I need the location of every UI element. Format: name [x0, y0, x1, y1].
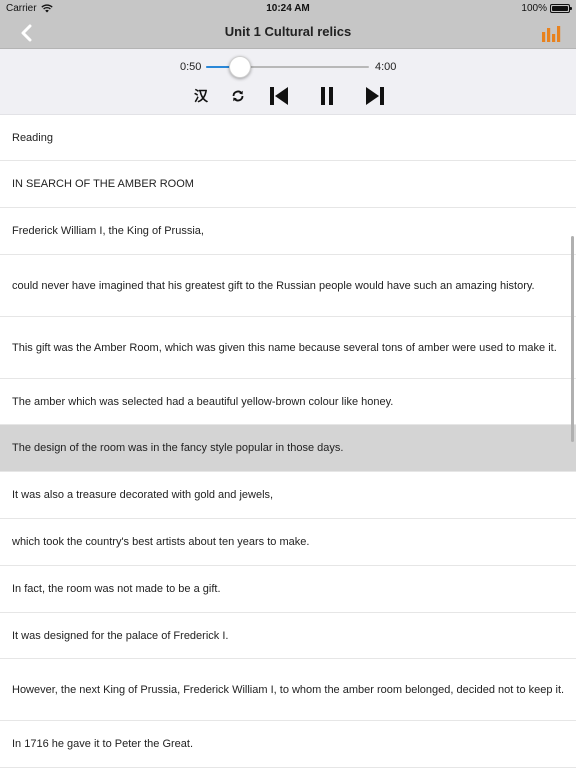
navigation-bar: Unit 1 Cultural relics: [0, 16, 576, 49]
sentence-row[interactable]: In 1716 he gave it to Peter the Great.: [0, 721, 576, 768]
sentence-text: In fact, the room was not made to be a g…: [12, 583, 221, 595]
sentence-row[interactable]: It was designed for the palace of Freder…: [0, 613, 576, 659]
sentence-text: It was also a treasure decorated with go…: [12, 489, 274, 501]
battery-indicator: 100%: [521, 3, 572, 14]
sentence-text: This gift was the Amber Room, which was …: [12, 341, 557, 354]
sentence-row[interactable]: IN SEARCH OF THE AMBER ROOM: [0, 161, 576, 208]
battery-percent: 100%: [521, 3, 547, 14]
repeat-icon: [232, 90, 244, 102]
sentence-row[interactable]: which took the country's best artists ab…: [0, 519, 576, 566]
clock: 10:24 AM: [266, 3, 310, 14]
pause-button[interactable]: [317, 85, 337, 107]
sentence-text: It was designed for the palace of Freder…: [12, 629, 229, 642]
sentence-row[interactable]: The amber which was selected had a beaut…: [0, 379, 576, 425]
total-time: 4:00: [375, 61, 397, 73]
audio-player: 0:50 4:00 汉: [0, 49, 576, 115]
sentence-text: In 1716 he gave it to Peter the Great.: [12, 738, 194, 750]
pause-icon: [321, 87, 333, 105]
sentence-text: which took the country's best artists ab…: [12, 536, 310, 548]
sentence-text: However, the next King of Prussia, Frede…: [12, 683, 565, 696]
repeat-button[interactable]: [229, 85, 247, 107]
sentence-row[interactable]: It was also a treasure decorated with go…: [0, 472, 576, 519]
sentence-text: The amber which was selected had a beaut…: [12, 395, 394, 408]
sentence-row[interactable]: This gift was the Amber Room, which was …: [0, 317, 576, 379]
sentence-row[interactable]: Frederick William I, the King of Prussia…: [0, 208, 576, 255]
scroll-indicator[interactable]: [571, 236, 574, 442]
battery-icon: [550, 4, 572, 13]
sentence-text: The design of the room was in the fancy …: [12, 442, 344, 454]
sentence-row[interactable]: could never have imagined that his great…: [0, 255, 576, 317]
sentence-text: could never have imagined that his great…: [12, 279, 535, 292]
current-time: 0:50: [180, 61, 202, 73]
sentence-text: IN SEARCH OF THE AMBER ROOM: [12, 178, 194, 190]
sentence-row-selected[interactable]: The design of the room was in the fancy …: [0, 425, 576, 472]
previous-track-button[interactable]: [268, 85, 290, 107]
skip-previous-icon: [270, 87, 288, 105]
equalizer-icon[interactable]: [540, 22, 562, 44]
skip-next-icon: [366, 87, 384, 105]
page-title: Unit 1 Cultural relics: [224, 24, 352, 39]
sentence-text: Reading: [12, 131, 53, 144]
translation-toggle-button[interactable]: 汉: [191, 85, 211, 107]
sentence-row[interactable]: Reading: [0, 115, 576, 161]
sentence-row[interactable]: However, the next King of Prussia, Frede…: [0, 659, 576, 721]
sentence-text: Frederick William I, the King of Prussia…: [12, 225, 204, 237]
status-bar: Carrier 10:24 AM 100%: [0, 0, 576, 16]
progress-slider-thumb[interactable]: [229, 56, 252, 78]
sentence-row[interactable]: In fact, the room was not made to be a g…: [0, 566, 576, 613]
next-track-button[interactable]: [364, 85, 386, 107]
sentence-list[interactable]: Reading IN SEARCH OF THE AMBER ROOM Fred…: [0, 115, 576, 768]
